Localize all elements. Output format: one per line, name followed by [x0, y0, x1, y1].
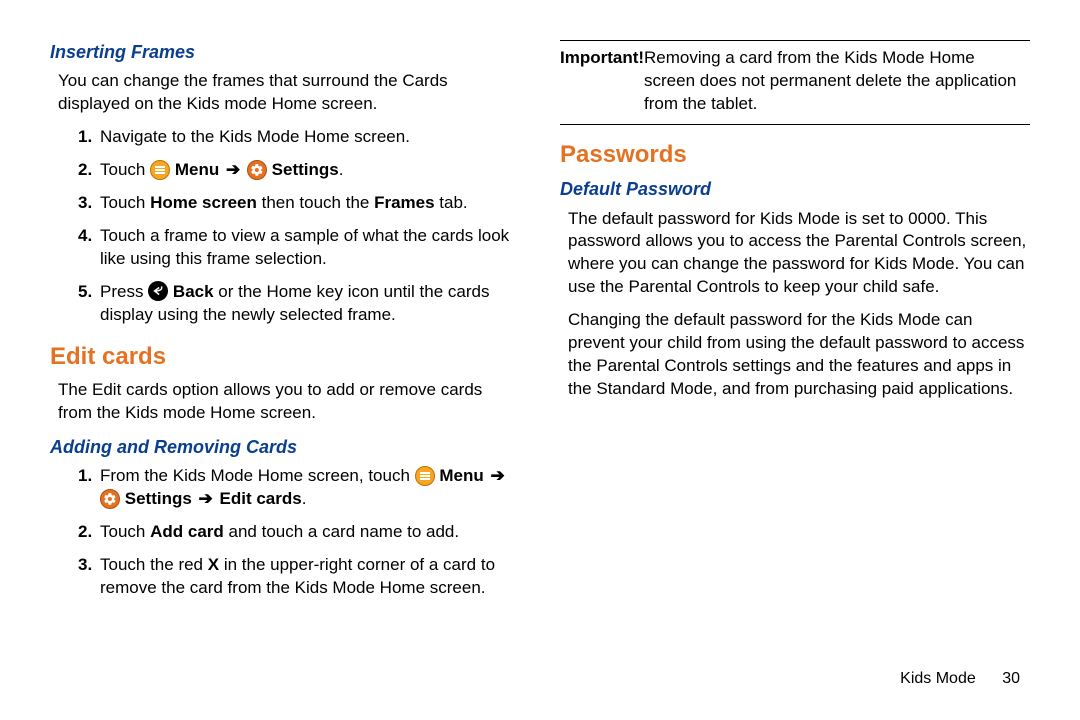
step-1: 1. From the Kids Mode Home screen, touch…	[50, 465, 520, 511]
edit-cards-label: Edit cards	[220, 489, 302, 508]
left-column: Inserting Frames You can change the fram…	[50, 40, 520, 650]
important-text: Removing a card from the Kids Mode Home …	[644, 48, 1016, 113]
menu-icon	[415, 466, 435, 486]
step-text: From the Kids Mode Home screen, touch	[100, 466, 415, 485]
step-text: Touch the red	[100, 555, 208, 574]
menu-label: Menu	[175, 160, 224, 179]
step-text: Touch	[100, 522, 150, 541]
subheading-inserting-frames: Inserting Frames	[50, 40, 520, 64]
step-text: and touch a card name to add.	[224, 522, 459, 541]
back-label: Back	[173, 282, 214, 301]
step-5: 5. Press Back or the Home key icon until…	[50, 281, 520, 327]
step-number: 4.	[78, 225, 92, 248]
default-pw-p1: The default password for Kids Mode is se…	[568, 208, 1030, 300]
step-text: Press	[100, 282, 148, 301]
intro-edit-cards: The Edit cards option allows you to add …	[58, 379, 520, 425]
step-2: 2. Touch Menu ➔ Settings.	[50, 159, 520, 182]
footer-section: Kids Mode	[900, 670, 976, 687]
important-label: Important!	[560, 47, 644, 70]
step-text-end: .	[302, 489, 307, 508]
menu-icon	[150, 160, 170, 180]
step-3: 3. Touch Home screen then touch the Fram…	[50, 192, 520, 215]
steps-adding-removing: 1. From the Kids Mode Home screen, touch…	[50, 465, 520, 600]
step-number: 5.	[78, 281, 92, 304]
step-number: 3.	[78, 554, 92, 577]
subheading-default-password: Default Password	[560, 177, 1030, 201]
step-number: 2.	[78, 159, 92, 182]
subheading-adding-removing: Adding and Removing Cards	[50, 435, 520, 459]
footer-page-number: 30	[1002, 670, 1020, 687]
step-text: tab.	[435, 193, 468, 212]
important-callout: Important! Removing a card from the Kids…	[560, 40, 1030, 125]
step-text-prefix: Touch	[100, 160, 150, 179]
settings-icon	[100, 489, 120, 509]
arrow-icon: ➔	[490, 465, 504, 488]
add-card-label: Add card	[150, 522, 224, 541]
step-number: 1.	[78, 126, 92, 149]
step-text: Touch	[100, 193, 150, 212]
right-column: Important! Removing a card from the Kids…	[560, 40, 1030, 650]
heading-passwords: Passwords	[560, 139, 1030, 171]
arrow-icon: ➔	[226, 159, 240, 182]
heading-edit-cards: Edit cards	[50, 341, 520, 373]
step-2: 2. Touch Add card and touch a card name …	[50, 521, 520, 544]
home-screen-label: Home screen	[150, 193, 257, 212]
intro-inserting-frames: You can change the frames that surround …	[58, 70, 520, 116]
back-icon	[148, 281, 168, 301]
step-number: 3.	[78, 192, 92, 215]
step-4: 4. Touch a frame to view a sample of wha…	[50, 225, 520, 271]
step-1: 1. Navigate to the Kids Mode Home screen…	[50, 126, 520, 149]
x-label: X	[208, 555, 219, 574]
step-text: Navigate to the Kids Mode Home screen.	[100, 127, 410, 146]
settings-label: Settings	[272, 160, 339, 179]
page-footer: Kids Mode 30	[900, 668, 1020, 690]
step-number: 2.	[78, 521, 92, 544]
step-text-end: .	[339, 160, 344, 179]
arrow-icon: ➔	[199, 488, 213, 511]
step-text: then touch the	[257, 193, 374, 212]
step-number: 1.	[78, 465, 92, 488]
step-3: 3. Touch the red X in the upper-right co…	[50, 554, 520, 600]
settings-icon	[247, 160, 267, 180]
step-text: Touch a frame to view a sample of what t…	[100, 226, 509, 268]
default-pw-p2: Changing the default password for the Ki…	[568, 309, 1030, 401]
menu-label: Menu	[439, 466, 488, 485]
frames-label: Frames	[374, 193, 434, 212]
steps-inserting-frames: 1. Navigate to the Kids Mode Home screen…	[50, 126, 520, 327]
settings-label: Settings	[125, 489, 197, 508]
